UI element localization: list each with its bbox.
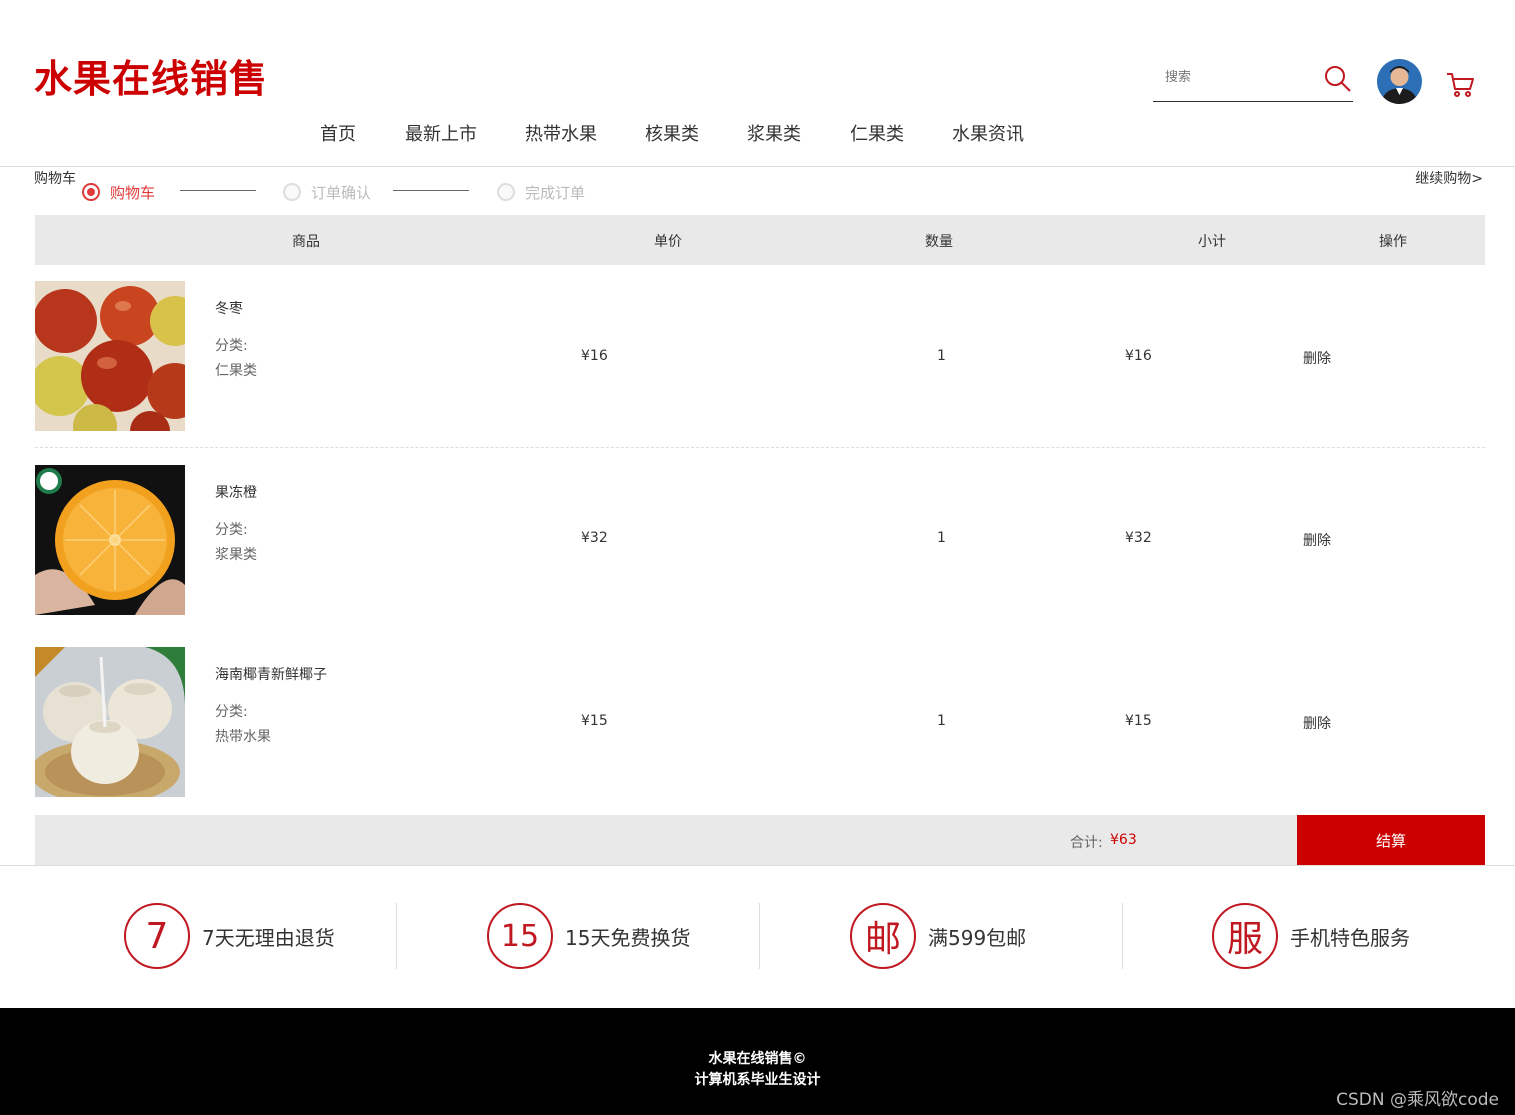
subtotal-value: ¥32	[1125, 530, 1152, 546]
total-label: 合计:	[1070, 835, 1103, 851]
step-connector	[180, 190, 256, 191]
search-box	[1153, 58, 1353, 102]
footer-credit: 计算机系毕业生设计	[694, 1072, 821, 1088]
category-label: 分类:	[215, 522, 248, 538]
search-icon[interactable]	[1323, 64, 1353, 94]
product-image-jelly-orange[interactable]	[35, 465, 185, 615]
row-separator	[35, 447, 1485, 448]
service-text: 15天免费换货	[565, 925, 691, 950]
continue-shopping-link[interactable]: 继续购物>	[1415, 168, 1483, 188]
nav-item-pome[interactable]: 仁果类	[850, 120, 904, 146]
step-cart: 购物车	[82, 180, 155, 204]
header-divider	[0, 166, 1515, 167]
service-text: 手机特色服务	[1290, 925, 1410, 950]
search-input[interactable]	[1163, 64, 1317, 90]
product-image-coconut[interactable]	[35, 647, 185, 797]
service-text: 满599包邮	[928, 925, 1027, 950]
cart-table-header: 商品 单价 数量 小计 操作	[35, 215, 1485, 265]
total-value: ¥63	[1110, 832, 1137, 848]
product-name[interactable]: 果冻橙	[215, 482, 257, 502]
page-footer: 水果在线销售© 计算机系毕业生设计 CSDN @乘风欲code	[0, 1008, 1515, 1115]
watermark: CSDN @乘风欲code	[1336, 1090, 1499, 1110]
service-separator	[1122, 903, 1123, 969]
site-logo[interactable]: 水果在线销售	[34, 48, 268, 103]
service-separator	[759, 903, 760, 969]
nav-item-stone-fruit[interactable]: 核果类	[645, 120, 699, 146]
nav-item-new-arrivals[interactable]: 最新上市	[405, 120, 477, 146]
step-inactive-radio-icon	[497, 183, 515, 201]
nav-item-news[interactable]: 水果资讯	[952, 120, 1024, 146]
delete-button[interactable]: 删除	[1303, 348, 1331, 368]
unit-price: ¥15	[581, 713, 608, 729]
cart-title: 购物车	[34, 171, 76, 187]
product-category: 浆果类	[215, 547, 257, 563]
service-exchange: 15 15天免费换货	[487, 903, 690, 969]
table-row: 冬枣 分类: 仁果类 ¥16 1 ¥16 删除	[35, 281, 1485, 431]
cart-icon[interactable]	[1445, 70, 1475, 100]
nav-item-home[interactable]: 首页	[320, 120, 356, 146]
header-quantity: 数量	[925, 234, 953, 250]
quantity-value: 1	[937, 713, 946, 729]
exchange-15-days-icon: 15	[487, 903, 553, 969]
delete-button[interactable]: 删除	[1303, 713, 1331, 733]
quantity-value: 1	[937, 348, 946, 364]
return-7-days-icon: 7	[124, 903, 190, 969]
checkout-button[interactable]: 结算	[1297, 815, 1485, 865]
product-image-winter-jujube[interactable]	[35, 281, 185, 431]
main-nav: 首页 最新上市 热带水果 核果类 浆果类 仁果类 水果资讯	[0, 120, 1515, 150]
product-category: 热带水果	[215, 729, 271, 745]
nav-item-tropical[interactable]: 热带水果	[525, 120, 597, 146]
step-inactive-radio-icon	[283, 183, 301, 201]
service-text: 7天无理由退货	[202, 925, 335, 950]
subtotal-value: ¥15	[1125, 713, 1152, 729]
header-unit-price: 单价	[654, 234, 682, 250]
quantity-value: 1	[937, 530, 946, 546]
services-divider	[0, 865, 1515, 866]
delete-button[interactable]: 删除	[1303, 530, 1331, 550]
step-connector	[393, 190, 469, 191]
step-label: 购物车	[110, 183, 156, 202]
unit-price: ¥32	[581, 530, 608, 546]
service-icon: 服	[1212, 903, 1278, 969]
table-row: 海南椰青新鲜椰子 分类: 热带水果 ¥15 1 ¥15 删除	[35, 647, 1485, 797]
step-complete: 完成订单	[497, 180, 585, 204]
category-label: 分类:	[215, 338, 248, 354]
step-label: 订单确认	[311, 183, 372, 202]
nav-item-berries[interactable]: 浆果类	[747, 120, 801, 146]
cart-summary-bar: 合计: ¥63 结算	[35, 815, 1485, 865]
product-name[interactable]: 海南椰青新鲜椰子	[215, 664, 327, 684]
user-avatar[interactable]	[1377, 59, 1422, 104]
product-category: 仁果类	[215, 363, 257, 379]
step-label: 完成订单	[525, 183, 586, 202]
table-row: 果冻橙 分类: 浆果类 ¥32 1 ¥32 删除	[35, 465, 1485, 615]
service-return: 7 7天无理由退货	[124, 903, 335, 969]
header-actions: 操作	[1379, 234, 1407, 250]
category-label: 分类:	[215, 704, 248, 720]
service-free-shipping: 邮 满599包邮	[850, 903, 1026, 969]
step-active-radio-icon	[82, 183, 100, 201]
service-mobile: 服 手机特色服务	[1212, 903, 1410, 969]
unit-price: ¥16	[581, 348, 608, 364]
mail-icon: 邮	[850, 903, 916, 969]
service-separator	[396, 903, 397, 969]
header-subtotal: 小计	[1198, 234, 1226, 250]
subtotal-value: ¥16	[1125, 348, 1152, 364]
step-order-confirm: 订单确认	[283, 180, 371, 204]
footer-copyright: 水果在线销售©	[708, 1051, 807, 1067]
header-product: 商品	[292, 234, 320, 250]
product-name[interactable]: 冬枣	[215, 298, 243, 318]
